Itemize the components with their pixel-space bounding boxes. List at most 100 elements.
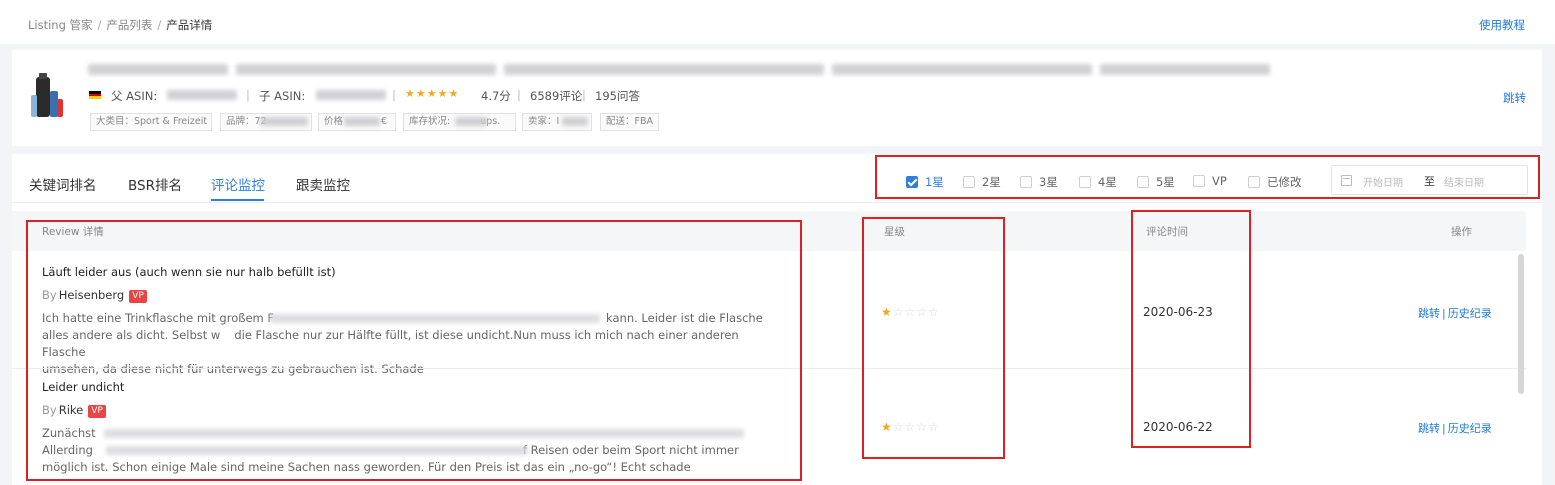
filter-label: VP bbox=[1212, 174, 1227, 188]
price-label: 价格 bbox=[324, 116, 344, 127]
checkbox-icon[interactable] bbox=[1137, 176, 1149, 188]
review-history-link[interactable]: 历史纪录 bbox=[1448, 422, 1492, 435]
breadcrumb: Listing 管家 / 产品列表 / 产品详情 bbox=[28, 17, 212, 33]
vp-badge: VP bbox=[88, 405, 106, 418]
author-name[interactable]: Heisenberg bbox=[59, 288, 124, 302]
review-text-segment: Allerding bbox=[42, 443, 93, 457]
filter-label: 4星 bbox=[1098, 175, 1117, 189]
review-date: 2020-06-23 bbox=[1143, 305, 1213, 319]
review-text-blurred bbox=[104, 429, 744, 438]
product-title-blurred bbox=[1100, 64, 1270, 75]
tab-keyword-ranking[interactable]: 关键词排名 bbox=[29, 174, 97, 194]
filter-label: 2星 bbox=[982, 175, 1001, 189]
action-separator: | bbox=[1442, 307, 1446, 320]
review-jump-link[interactable]: 跳转 bbox=[1418, 307, 1440, 320]
star-filled-icon: ★ bbox=[881, 420, 893, 434]
review-monitor-panel: 关键词排名 BSR排名 评论监控 跟卖监控 1星 2星 3星 4星 5星 VP … bbox=[12, 154, 1542, 485]
checkbox-icon[interactable] bbox=[1020, 176, 1032, 188]
table-scrollbar[interactable] bbox=[1518, 254, 1524, 394]
author-name[interactable]: Rike bbox=[59, 403, 84, 417]
parent-asin-label: 父 ASIN: bbox=[111, 89, 158, 103]
review-title: Leider undicht bbox=[42, 380, 125, 394]
review-text-segment: f Reisen oder beim Sport nicht immer bbox=[522, 443, 739, 457]
breadcrumb-separator: / bbox=[157, 18, 162, 32]
end-date-input[interactable]: 结束日期 bbox=[1444, 174, 1484, 189]
meta-separator: | bbox=[517, 88, 521, 102]
review-actions: 跳转 | 历史纪录 bbox=[1418, 305, 1492, 321]
product-jump-link[interactable]: 跳转 bbox=[1503, 90, 1526, 106]
column-header-actions: 操作 bbox=[1451, 226, 1472, 238]
review-text-blurred bbox=[270, 314, 600, 323]
filter-1-star[interactable]: 1星 bbox=[906, 174, 944, 190]
review-text-segment: kann. Leider ist die Flasche bbox=[606, 311, 763, 325]
brand-value-blurred bbox=[260, 117, 308, 126]
breadcrumb-item[interactable]: 产品列表 bbox=[106, 18, 152, 32]
filter-5-star[interactable]: 5星 bbox=[1137, 174, 1175, 190]
star-empty-icon: ☆☆☆☆ bbox=[892, 305, 940, 319]
review-history-link[interactable]: 历史纪录 bbox=[1448, 307, 1492, 320]
tab-bsr-ranking[interactable]: BSR排名 bbox=[128, 174, 182, 194]
review-jump-link[interactable]: 跳转 bbox=[1418, 422, 1440, 435]
category-tag: 大类目：Sport & Freizeit bbox=[90, 113, 212, 131]
review-text-segment: möglich ist. Schon einige Male sind mein… bbox=[42, 460, 691, 474]
price-currency: € bbox=[381, 116, 388, 127]
filter-vp[interactable]: VP bbox=[1193, 174, 1227, 188]
date-range-separator: 至 bbox=[1424, 175, 1435, 188]
by-label: By bbox=[42, 288, 57, 302]
vp-badge: VP bbox=[129, 290, 147, 303]
flag-stripe bbox=[89, 96, 101, 99]
top-bar: Listing 管家 / 产品列表 / 产品详情 使用教程 bbox=[0, 0, 1555, 44]
row-divider bbox=[12, 368, 1526, 369]
product-title-blurred bbox=[504, 64, 824, 75]
review-date: 2020-06-22 bbox=[1143, 420, 1213, 434]
filter-3-star[interactable]: 3星 bbox=[1020, 174, 1058, 190]
product-title-blurred bbox=[88, 64, 228, 75]
review-text-segment: Zunächst bbox=[42, 426, 96, 440]
checkbox-icon[interactable] bbox=[1248, 176, 1260, 188]
child-asin-label: 子 ASIN: bbox=[259, 89, 306, 103]
checkbox-icon[interactable] bbox=[1193, 175, 1205, 187]
by-label: By bbox=[42, 403, 57, 417]
seller-value-blurred bbox=[562, 117, 588, 126]
filter-2-star[interactable]: 2星 bbox=[963, 174, 1001, 190]
filter-label: 5星 bbox=[1156, 175, 1175, 189]
tab-divider bbox=[12, 202, 1542, 203]
review-text-segment: umsehen, da diese nicht für unterwegs zu… bbox=[42, 362, 424, 376]
star-empty-icon: ☆☆☆☆ bbox=[892, 420, 940, 434]
tab-hijacker-monitor[interactable]: 跟卖监控 bbox=[296, 174, 350, 194]
breadcrumb-item[interactable]: Listing 管家 bbox=[28, 18, 93, 32]
product-title-blurred bbox=[832, 64, 1092, 75]
review-title: Läuft leider aus (auch wenn sie nur halb… bbox=[42, 265, 336, 279]
product-card: 父 ASIN: | 子 ASIN: | ★★★★★ 4.7分 | 6589评论 … bbox=[12, 50, 1542, 146]
help-tutorial-link[interactable]: 使用教程 bbox=[1479, 17, 1525, 33]
checkbox-checked-icon[interactable] bbox=[906, 176, 918, 188]
stock-value-blurred bbox=[455, 117, 487, 126]
tab-review-monitor[interactable]: 评论监控 bbox=[211, 174, 265, 194]
filter-4-star[interactable]: 4星 bbox=[1079, 174, 1117, 190]
price-value-blurred bbox=[344, 117, 380, 126]
product-review-count: 6589评论 bbox=[530, 89, 583, 103]
review-author: By Rike VP bbox=[42, 403, 106, 418]
date-range-picker[interactable]: 开始日期 至 结束日期 bbox=[1331, 165, 1528, 195]
start-date-input[interactable]: 开始日期 bbox=[1363, 174, 1403, 189]
star-filled-icon: ★ bbox=[881, 305, 893, 319]
checkbox-icon[interactable] bbox=[1079, 176, 1091, 188]
fulfillment-tag: 配送：FBA bbox=[600, 113, 659, 131]
meta-separator: | bbox=[582, 88, 586, 102]
review-text-segment: alles andere als dicht. Selbst w bbox=[42, 328, 221, 342]
child-asin-value-blurred bbox=[316, 90, 386, 100]
breadcrumb-separator: / bbox=[97, 18, 102, 32]
filter-label: 1星 bbox=[925, 175, 944, 189]
filter-label: 已修改 bbox=[1267, 175, 1302, 189]
filter-modified[interactable]: 已修改 bbox=[1248, 174, 1302, 190]
review-actions: 跳转 | 历史纪录 bbox=[1418, 420, 1492, 436]
column-header-rating: 星级 bbox=[884, 226, 905, 238]
meta-separator: | bbox=[392, 88, 396, 102]
checkbox-icon[interactable] bbox=[963, 176, 975, 188]
calendar-icon bbox=[1341, 175, 1352, 186]
meta-separator: | bbox=[246, 88, 250, 102]
filter-label: 3星 bbox=[1039, 175, 1058, 189]
table-header: Review 详情 星级 评论时间 操作 bbox=[12, 211, 1526, 251]
column-header-date: 评论时间 bbox=[1146, 226, 1188, 238]
review-author: By Heisenberg VP bbox=[42, 288, 147, 303]
